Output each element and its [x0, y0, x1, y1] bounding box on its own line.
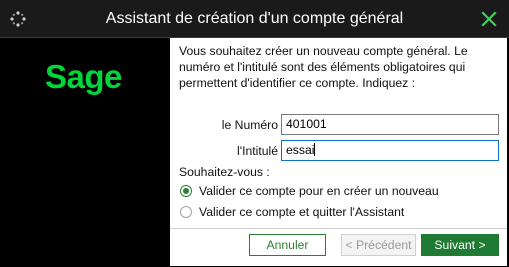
numero-field[interactable]: 401001	[281, 114, 499, 135]
title-bar: Assistant de création d'un compte généra…	[0, 0, 509, 38]
previous-button[interactable]: < Précédent	[341, 234, 416, 256]
radio-label-new: Valider ce compte pour en créer un nouve…	[199, 184, 439, 198]
intitule-field[interactable]: essai	[281, 140, 499, 161]
window-title: Assistant de création d'un compte généra…	[105, 10, 404, 27]
intitule-value: essai	[286, 143, 315, 157]
intro-text: Vous souhaitez créer un nouveau compte g…	[179, 44, 468, 90]
sage-logo: Sage	[45, 58, 122, 95]
radio-option-quit[interactable]: Valider ce compte et quitter l'Assistant	[180, 205, 404, 219]
cancel-button[interactable]: Annuler	[249, 234, 326, 256]
radio-option-new[interactable]: Valider ce compte pour en créer un nouve…	[180, 184, 439, 198]
radio-button-selected[interactable]	[180, 185, 192, 197]
radio-button-unselected[interactable]	[180, 206, 192, 218]
wizard-window: Assistant de création d'un compte généra…	[0, 0, 509, 267]
next-button[interactable]: Suivant >	[421, 234, 499, 256]
close-icon	[481, 11, 497, 27]
wizard-panel: Sage Vous souhaitez créer un nouveau com…	[8, 38, 507, 266]
intitule-label: l'Intitulé	[237, 144, 278, 158]
footer-divider	[170, 228, 507, 229]
radio-label-quit: Valider ce compte et quitter l'Assistant	[199, 205, 405, 219]
text-cursor	[314, 143, 316, 156]
brand-panel: Sage	[8, 38, 170, 266]
close-button[interactable]	[469, 0, 509, 38]
numero-label: le Numéro	[221, 118, 278, 132]
choice-heading: Souhaitez-vous :	[179, 165, 270, 179]
